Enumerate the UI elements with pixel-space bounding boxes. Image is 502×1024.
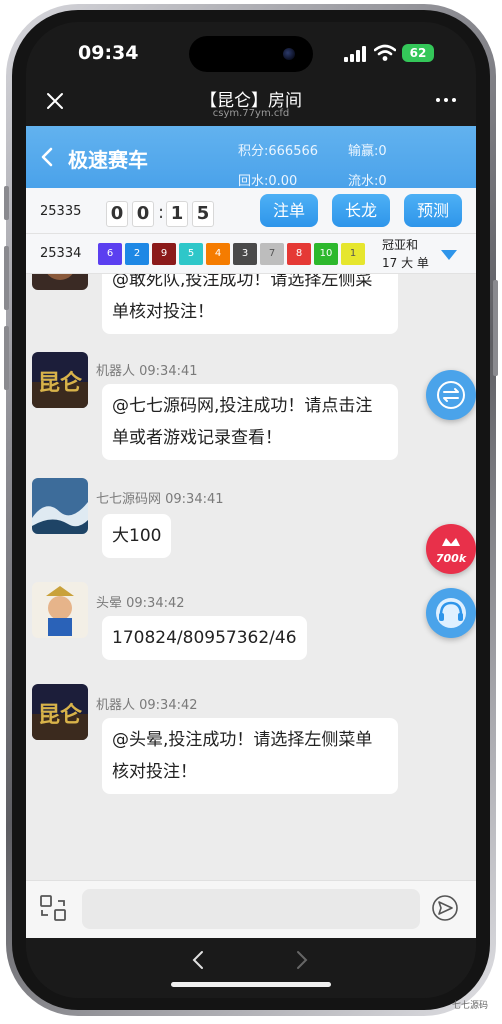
wifi-icon xyxy=(374,44,396,61)
wave-avatar-image xyxy=(32,478,88,534)
status-bar: 09:34 62 xyxy=(26,22,476,82)
sender-label: 机器人 09:34:41 xyxy=(96,364,198,379)
message-text: 170824/80957362/46 xyxy=(112,628,297,648)
dynamic-island xyxy=(189,36,313,72)
message-text: @七七源码网,投注成功！请点击注 xyxy=(112,396,373,416)
user-avatar[interactable] xyxy=(32,582,88,638)
avatar-image xyxy=(32,274,88,290)
rebate-stat: 回水:0.00 xyxy=(238,174,298,189)
kunlun-logo: 昆仑 xyxy=(32,684,88,740)
current-issue-number: 25335 xyxy=(40,204,82,219)
message-text: 大100 xyxy=(112,526,162,546)
phone-screen: 09:34 62 【昆仑】房间 csym.77ym.cfd 极速赛车 积分:66… xyxy=(26,22,476,998)
crown-icon xyxy=(442,538,460,546)
countdown-digit: 0 xyxy=(132,201,154,227)
page-url: csym.77ym.cfd xyxy=(212,108,290,119)
message-bubble: 大100 xyxy=(102,514,172,558)
bet-slip-button[interactable]: 注单 xyxy=(260,194,318,227)
message-text: 单或者游戏记录查看！ xyxy=(112,428,282,448)
keyboard-switch-icon[interactable] xyxy=(38,893,68,923)
browser-bar: 【昆仑】房间 csym.77ym.cfd xyxy=(26,84,476,126)
last-issue-number: 25334 xyxy=(40,246,82,261)
predict-button[interactable]: 预测 xyxy=(404,194,462,227)
reward-badge: 700k xyxy=(435,552,467,565)
draw-ball: 9 xyxy=(152,243,176,265)
nav-forward-icon[interactable] xyxy=(294,950,310,970)
message-input-bar xyxy=(26,880,476,938)
message-text: @敢死队,投注成功！请选择左侧菜 xyxy=(112,274,373,290)
sender-label: 机器人 09:34:42 xyxy=(96,698,198,713)
message-bubble: @头晕,投注成功！请选择左侧菜单 核对投注！ xyxy=(102,718,398,794)
send-icon[interactable] xyxy=(430,893,460,923)
game-header: 极速赛车 积分:666566 输赢:0 回水:0.00 流水:0 xyxy=(26,126,476,189)
back-icon[interactable] xyxy=(40,146,54,168)
volume-up-button xyxy=(4,246,9,310)
app-content: 极速赛车 积分:666566 输赢:0 回水:0.00 流水:0 25335 0… xyxy=(26,126,476,938)
headset-icon xyxy=(436,598,466,628)
message-bubble: @敢死队,投注成功！请选择左侧菜 单核对投注！ xyxy=(102,274,398,334)
message-bubble: 170824/80957362/46 xyxy=(102,616,307,660)
countdown-digit: 0 xyxy=(106,201,128,227)
more-icon[interactable] xyxy=(434,90,458,110)
dropdown-icon[interactable] xyxy=(440,248,458,262)
draw-ball: 2 xyxy=(125,243,149,265)
kunlun-logo: 昆仑 xyxy=(32,352,88,408)
points-stat: 积分:666566 xyxy=(238,144,319,159)
win-loss-stat: 输赢:0 xyxy=(348,144,387,159)
message-text: 单核对投注！ xyxy=(112,302,214,322)
power-button xyxy=(493,280,498,376)
countdown-colon: : xyxy=(158,202,165,223)
current-draw-row: 25335 0 0 : 1 5 注单 长龙 预测 xyxy=(26,188,476,234)
result-value: 17 大 单 xyxy=(382,256,429,270)
draw-ball: 10 xyxy=(314,243,338,265)
browser-bottom-nav xyxy=(26,938,476,998)
status-time: 09:34 xyxy=(78,42,139,64)
draw-ball: 8 xyxy=(287,243,311,265)
user-avatar[interactable] xyxy=(32,478,88,534)
countdown-digit: 1 xyxy=(166,201,188,227)
draw-ball: 6 xyxy=(98,243,122,265)
switch-arrows-icon xyxy=(437,381,465,409)
game-title: 极速赛车 xyxy=(68,148,148,172)
watermark: 七七源码 xyxy=(452,1001,489,1011)
user-avatar[interactable] xyxy=(32,274,88,290)
draw-ball: 7 xyxy=(260,243,284,265)
switch-float-button[interactable] xyxy=(426,370,476,420)
streak-button[interactable]: 长龙 xyxy=(332,194,390,227)
signal-icon xyxy=(344,46,366,62)
battery-indicator: 62 xyxy=(402,44,434,62)
logo-text: 昆仑 xyxy=(38,702,83,728)
sender-label: 头晕 09:34:42 xyxy=(96,596,185,611)
robot-avatar[interactable]: 昆仑 xyxy=(32,352,88,408)
robot-avatar[interactable]: 昆仑 xyxy=(32,684,88,740)
last-draw-row[interactable]: 25334 6 2 9 5 4 3 7 8 10 1 冠亚和 17 大 单 xyxy=(26,234,476,274)
turnover-stat: 流水:0 xyxy=(348,174,387,189)
message-input[interactable] xyxy=(82,889,420,929)
logo-text: 昆仑 xyxy=(38,370,83,396)
draw-ball: 1 xyxy=(341,243,365,265)
home-indicator[interactable] xyxy=(171,982,331,987)
support-float-button[interactable] xyxy=(426,588,476,638)
mute-switch xyxy=(4,186,9,220)
countdown-digit: 5 xyxy=(192,201,214,227)
draw-ball: 3 xyxy=(233,243,257,265)
camera-icon xyxy=(283,48,295,60)
volume-down-button xyxy=(4,326,9,390)
chat-area: @敢死队,投注成功！请选择左侧菜 单核对投注！ 昆仑 机器人 09:34:41 … xyxy=(26,274,476,880)
message-bubble: @七七源码网,投注成功！请点击注 单或者游戏记录查看！ xyxy=(102,384,398,460)
cartoon-avatar-image xyxy=(32,582,88,638)
nav-back-icon[interactable] xyxy=(190,950,206,970)
reward-float-button[interactable]: 700k xyxy=(426,524,476,574)
message-text: @头晕,投注成功！请选择左侧菜单 xyxy=(112,730,373,750)
draw-ball: 4 xyxy=(206,243,230,265)
result-label: 冠亚和 xyxy=(382,238,419,252)
draw-ball: 5 xyxy=(179,243,203,265)
sender-label: 七七源码网 09:34:41 xyxy=(96,492,224,507)
message-text: 核对投注！ xyxy=(112,762,197,782)
